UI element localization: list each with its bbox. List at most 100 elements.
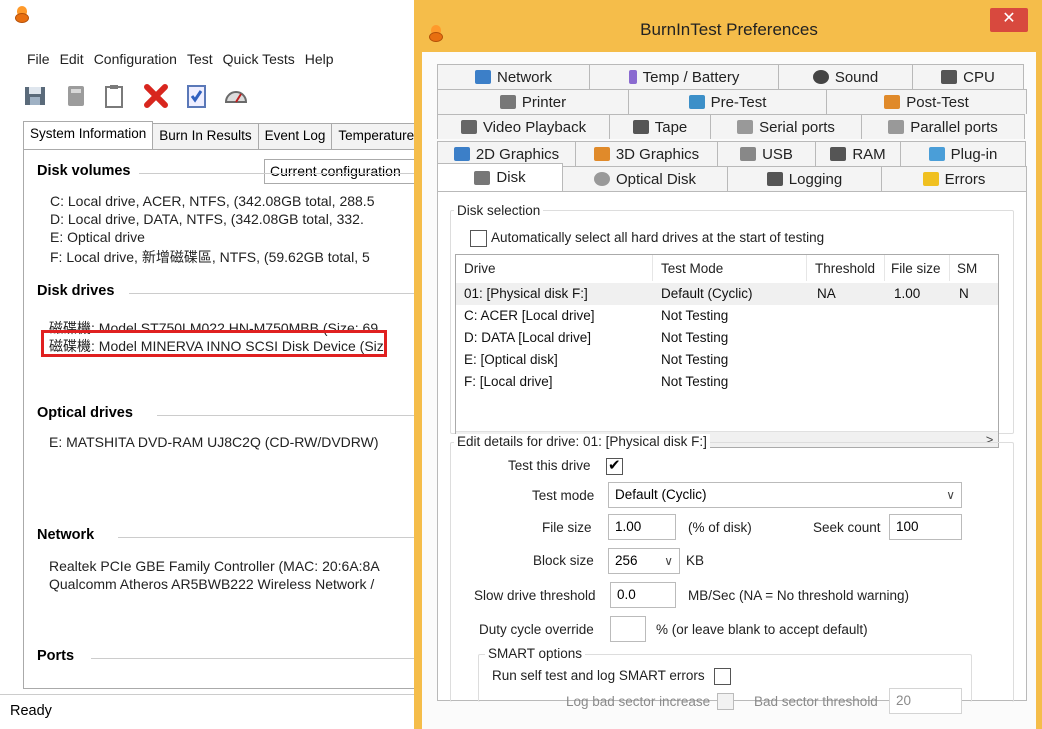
test-mode-select[interactable]: Default (Cyclic) ∨ [608,482,962,508]
tab-label: Errors [944,170,986,188]
test-mode-cell: Not Testing [661,308,729,323]
tab-serial-ports[interactable]: Serial ports [710,114,862,139]
menu-help[interactable]: Help [305,46,334,72]
column-file-size[interactable]: File size [891,261,941,276]
file-size-input[interactable]: 1.00 [608,514,676,540]
tab-network[interactable]: Network [437,64,590,89]
auto-select-checkbox[interactable] [470,230,487,247]
burnintest-app-icon [14,6,30,24]
tab-parallel-ports[interactable]: Parallel ports [861,114,1025,139]
menu-configuration[interactable]: Configuration [94,46,177,72]
volume-line: E: Optical drive [50,229,145,245]
optical-drive-line: E: MATSHITA DVD-RAM UJ8C2Q (CD-RW/DVDRW) [49,434,379,450]
drive-row[interactable]: F: [Local drive] Not Testing [456,371,998,393]
column-drive[interactable]: Drive [464,261,496,276]
column-smart[interactable]: SM [957,261,977,276]
tab-temperature[interactable]: Temperature [331,123,422,149]
tab-pre-test[interactable]: Pre-Test [628,89,827,114]
divider [118,537,423,538]
column-threshold[interactable]: Threshold [815,261,875,276]
drive-row[interactable]: C: ACER [Local drive] Not Testing [456,305,998,327]
plugin-icon [928,147,945,161]
drive-row[interactable]: E: [Optical disk] Not Testing [456,349,998,371]
bad-sector-threshold-input[interactable]: 20 [889,688,962,714]
preferences-dialog: BurnInTest Preferences ✕ Network Temp / … [414,0,1042,729]
save-icon[interactable] [22,82,50,110]
tab-sound[interactable]: Sound [778,64,913,89]
status-text: Ready [10,703,52,719]
test-this-drive-label: Test this drive [508,458,591,473]
file-size-cell: 1.00 [894,286,921,301]
test-this-drive-checkbox[interactable] [606,456,623,475]
tab-label: CPU [963,68,995,86]
seek-count-input[interactable]: 100 [889,514,962,540]
tab-disk[interactable]: Disk [437,163,563,191]
gauge-icon[interactable] [222,82,250,110]
column-test-mode[interactable]: Test Mode [661,261,723,276]
dialog-title: BurnInTest Preferences [640,20,818,39]
system-information-panel: Disk volumes C: Local drive, ACER, NTFS,… [23,149,423,689]
dialog-titlebar[interactable]: BurnInTest Preferences ✕ [422,0,1036,52]
test-mode-cell: Not Testing [661,352,729,367]
menu-test[interactable]: Test [187,46,213,72]
tab-printer[interactable]: Printer [437,89,629,114]
tab-ram[interactable]: RAM [815,141,901,166]
tab-logging[interactable]: Logging [727,166,882,191]
tab-3d-graphics[interactable]: 3D Graphics [575,141,718,166]
tab-label: Optical Disk [615,170,697,188]
close-icon: ✕ [1002,10,1016,27]
tab-plug-in[interactable]: Plug-in [900,141,1026,166]
tab-temp-battery[interactable]: Temp / Battery [589,64,779,89]
smart-options-label: SMART options [485,646,586,661]
tab-row-5: Disk Optical Disk Logging Errors [437,163,1027,191]
stop-icon[interactable] [142,82,170,110]
duty-cycle-input[interactable] [610,616,646,642]
section-disk-drives: Disk drives [37,283,115,299]
main-titlebar[interactable] [0,0,430,44]
block-size-select[interactable]: 256 ∨ [608,548,680,574]
tab-errors[interactable]: Errors [881,166,1027,191]
quick-test-icon[interactable] [62,82,90,110]
network-line: Realtek PCIe GBE Family Controller (MAC:… [49,558,380,574]
drive-cell: F: [Local drive] [464,374,553,389]
checklist-icon[interactable] [182,82,210,110]
tab-label: 3D Graphics [615,145,700,163]
tab-label: Disk [496,169,526,186]
tab-label: Temp / Battery [642,68,740,86]
tab-label: RAM [852,145,886,163]
tab-tape[interactable]: Tape [609,114,711,139]
tab-post-test[interactable]: Post-Test [826,89,1027,114]
tab-burn-in-results[interactable]: Burn In Results [152,123,259,149]
tab-optical-disk[interactable]: Optical Disk [562,166,728,191]
tab-video-playback[interactable]: Video Playback [437,114,610,139]
menu-file[interactable]: File [27,46,50,72]
tab-label: Tape [654,118,688,136]
tab-event-log[interactable]: Event Log [257,123,333,149]
threshold-cell: NA [817,286,836,301]
menu-edit[interactable]: Edit [60,46,84,72]
test-mode-value: Default (Cyclic) [615,487,707,502]
menu-quick-tests[interactable]: Quick Tests [223,46,295,72]
drive-row[interactable]: D: DATA [Local drive] Not Testing [456,327,998,349]
chevron-down-icon: ∨ [664,554,673,568]
tab-usb[interactable]: USB [717,141,816,166]
tab-system-information[interactable]: System Information [23,121,154,149]
disk-selection-label: Disk selection [454,203,544,218]
log-bad-sector-label: Log bad sector increase [566,694,711,709]
warning-icon [922,172,939,186]
log-bad-sector-checkbox[interactable] [717,693,734,710]
self-test-checkbox[interactable] [714,668,731,685]
tab-cpu[interactable]: CPU [912,64,1024,89]
tab-label: Parallel ports [910,118,998,136]
clipboard-icon[interactable] [100,82,128,110]
close-button[interactable]: ✕ [990,8,1028,32]
parallel-port-icon [888,120,905,134]
drive-list[interactable]: Drive Test Mode Threshold File size SM 0… [455,254,999,448]
tab-row-1: Network Temp / Battery Sound CPU [437,64,1024,89]
divider [129,293,423,294]
tab-label: Plug-in [950,145,998,163]
tab-label: Video Playback [482,118,587,136]
slow-threshold-input[interactable]: 0.0 [610,582,676,608]
log-icon [766,172,783,186]
drive-row[interactable]: 01: [Physical disk F:] Default (Cyclic) … [456,283,998,305]
